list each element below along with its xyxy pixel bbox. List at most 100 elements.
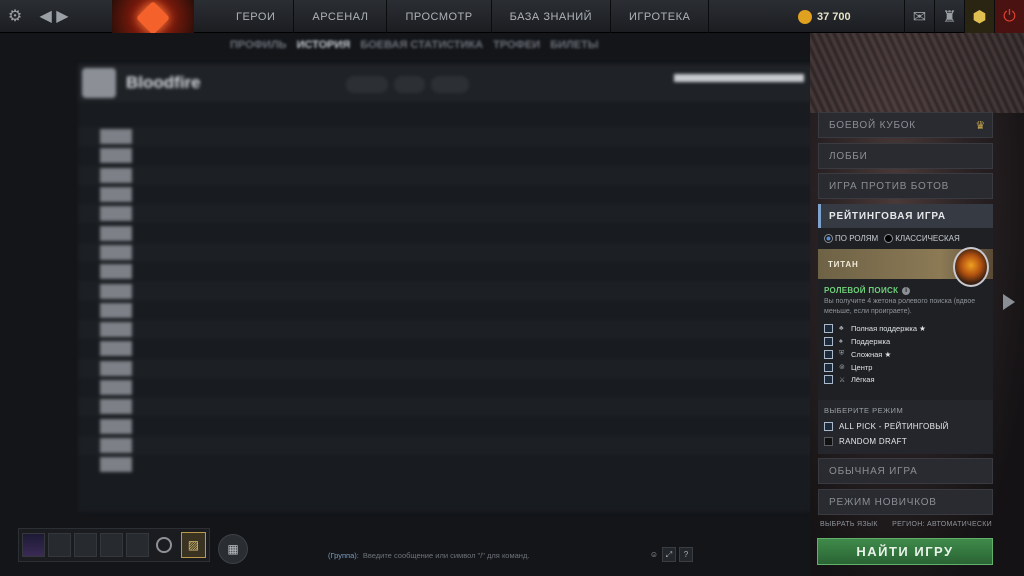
checkbox[interactable] xyxy=(824,375,833,385)
nav-arcade[interactable]: ИГРОТЕКА xyxy=(611,0,710,33)
hero-portrait xyxy=(100,360,132,376)
info-icon[interactable]: i xyxy=(902,286,911,295)
select-language-link[interactable]: ВЫБРАТЬ ЯЗЫК xyxy=(820,521,878,528)
mode-random-draft[interactable]: RANDOM DRAFT xyxy=(824,434,987,449)
menu-ranked[interactable]: РЕЙТИНГОВАЯ ИГРА xyxy=(818,204,993,228)
subnav-history[interactable]: ИСТОРИЯ xyxy=(297,39,351,51)
menu-battle-cup[interactable]: БОЕВОЙ КУБОК ♛ xyxy=(818,112,993,138)
subnav-tickets[interactable]: БИЛЕТЫ xyxy=(550,39,598,51)
shards-icon xyxy=(798,9,812,24)
expand-arrow-icon[interactable] xyxy=(1003,294,1015,310)
grid-menu-icon[interactable]: ▦ xyxy=(218,534,248,564)
table-row[interactable] xyxy=(78,242,816,263)
table-row[interactable] xyxy=(78,165,816,185)
dota-logo[interactable] xyxy=(112,0,194,36)
table-row[interactable] xyxy=(78,435,816,456)
table-row[interactable] xyxy=(78,262,816,281)
history-tab[interactable] xyxy=(346,76,389,93)
power-icon[interactable]: ⏻ xyxy=(994,0,1024,33)
table-row[interactable] xyxy=(78,378,816,397)
rank-badge-icon[interactable]: ⬢ xyxy=(964,0,994,33)
menu-newbie-mode[interactable]: РЕЖИМ НОВИЧКОВ xyxy=(818,489,993,515)
table-row[interactable] xyxy=(78,204,816,224)
hero-portrait xyxy=(100,129,132,145)
subnav-trophies[interactable]: ТРОФЕИ xyxy=(493,39,540,51)
checkbox[interactable] xyxy=(824,362,833,372)
checkbox[interactable] xyxy=(824,324,833,334)
table-row[interactable] xyxy=(78,281,816,301)
hero-portrait xyxy=(100,264,132,280)
nav-learn[interactable]: БАЗА ЗНАНИЙ xyxy=(492,0,612,33)
table-row[interactable] xyxy=(78,223,816,242)
find-game-button[interactable]: НАЙТИ ИГРУ xyxy=(817,538,993,565)
language-region-row: ВЫБРАТЬ ЯЗЫК РЕГИОН: АВТОМАТИЧЕСКИ xyxy=(820,521,992,528)
table-row[interactable] xyxy=(78,397,816,417)
support-icon: ♠ xyxy=(839,338,843,346)
gear-icon[interactable]: ⚙ xyxy=(0,0,30,33)
hero-portrait xyxy=(100,244,132,260)
back-forward-icon[interactable]: ◀ ▶ xyxy=(30,0,78,33)
party-slot[interactable] xyxy=(126,533,150,557)
rank-banner: ТИТАН xyxy=(818,247,993,288)
hero-portrait xyxy=(100,399,132,415)
hero-icon[interactable]: ♜ xyxy=(934,0,964,33)
hero-portrait xyxy=(100,418,132,434)
table-row[interactable] xyxy=(78,301,816,320)
ranked-type-radios: ПО РОЛЯМ КЛАССИЧЕСКАЯ xyxy=(818,228,993,249)
table-row[interactable] xyxy=(78,319,816,340)
rank-emblem-icon[interactable]: ▨ xyxy=(180,532,206,558)
table-row[interactable] xyxy=(78,416,816,435)
emoji-icon[interactable]: ☺ xyxy=(647,547,661,562)
table-row[interactable] xyxy=(78,146,816,165)
hero-portrait xyxy=(100,380,132,395)
nav-heroes[interactable]: ГЕРОИ xyxy=(218,0,295,33)
role-support[interactable]: ♠ Поддержка xyxy=(824,335,987,348)
checkbox[interactable] xyxy=(824,349,833,359)
top-bar: ⚙ ◀ ▶ ГЕРОИ АРСЕНАЛ ПРОСМОТР БАЗА ЗНАНИЙ… xyxy=(0,0,1024,36)
party-slot[interactable] xyxy=(100,533,124,557)
mail-icon[interactable]: ✉ xyxy=(904,0,934,33)
radio-by-roles[interactable]: ПО РОЛЯМ xyxy=(824,234,878,244)
menu-vs-bots[interactable]: ИГРА ПРОТИВ БОТОВ xyxy=(818,173,993,199)
safelane-icon: ⚔ xyxy=(839,376,846,384)
hard-support-icon: ♣ xyxy=(839,325,844,333)
subnav-stats[interactable]: БОЕВАЯ СТАТИСТИКА xyxy=(360,39,483,51)
checkbox[interactable] xyxy=(824,422,833,431)
party-slot[interactable] xyxy=(74,533,98,557)
table-row[interactable] xyxy=(78,339,816,358)
party-slot-self[interactable] xyxy=(22,533,46,557)
role-mid[interactable]: ⊚ Центр xyxy=(824,361,987,374)
offlane-icon: ⛨ xyxy=(839,350,845,358)
player-name: Bloodfire xyxy=(126,73,201,92)
history-tab[interactable] xyxy=(394,76,426,93)
shards-counter[interactable]: 37 700 xyxy=(798,0,851,33)
voice-icon[interactable] xyxy=(156,537,172,553)
mode-all-pick[interactable]: ALL PICK - РЕЙТИНГОВЫЙ xyxy=(824,419,987,434)
table-row[interactable] xyxy=(78,358,816,378)
menu-normal-game[interactable]: ОБЫЧНАЯ ИГРА xyxy=(818,458,993,484)
hero-portrait xyxy=(100,457,132,473)
checkbox[interactable] xyxy=(824,337,833,347)
region-selector[interactable]: РЕГИОН: АВТОМАТИЧЕСКИ xyxy=(892,521,992,528)
nav-watch[interactable]: ПРОСМОТР xyxy=(387,0,492,33)
menu-lobby[interactable]: ЛОББИ xyxy=(818,143,993,169)
role-hard-support[interactable]: ♣ Полная поддержка ★ xyxy=(824,322,987,335)
table-row[interactable] xyxy=(78,127,816,147)
nav-armory[interactable]: АРСЕНАЛ xyxy=(294,0,388,33)
help-icon[interactable]: ? xyxy=(679,547,693,562)
subnav-profile[interactable]: ПРОФИЛЬ xyxy=(230,39,287,51)
table-row[interactable] xyxy=(78,455,816,474)
menu-label: ЛОББИ xyxy=(829,150,868,162)
trophy-icon: ♛ xyxy=(975,120,986,132)
radio-classic[interactable]: КЛАССИЧЕСКАЯ xyxy=(884,234,960,244)
role-label: Центр xyxy=(851,362,873,372)
role-search-description: Вы получите 4 жетона ролевого поиска (вд… xyxy=(824,298,976,316)
role-offlane[interactable]: ⛨ Сложная ★ xyxy=(824,348,987,361)
history-tab[interactable] xyxy=(431,76,470,93)
role-safelane[interactable]: ⚔ Лёгкая xyxy=(824,374,987,387)
table-row[interactable] xyxy=(78,185,816,204)
checkbox[interactable] xyxy=(824,437,833,446)
chat-input[interactable]: (Группа): Введите сообщение или символ "… xyxy=(328,546,662,564)
party-slot[interactable] xyxy=(48,533,72,557)
chat-expand-icon[interactable]: ⤢ xyxy=(662,547,676,562)
